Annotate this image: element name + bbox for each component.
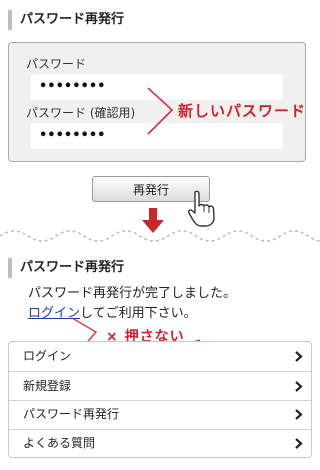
chevron-right-icon: [295, 351, 303, 362]
password-input[interactable]: ••••••••: [31, 74, 283, 100]
chevron-right-icon: [295, 409, 303, 420]
new-password-annotation: 新しいパスワード: [178, 102, 307, 120]
login-instruction: ログインしてご利用下さい。: [28, 302, 197, 321]
pointing-hand-icon: [188, 190, 215, 227]
menu-item-label: パスワード再発行: [23, 407, 120, 421]
completion-message: パスワード再発行が完了しました。: [28, 286, 237, 301]
chevron-right-icon: [295, 381, 303, 392]
chevron-right-icon: [295, 438, 303, 449]
menu-item-label: 新規登録: [23, 379, 72, 393]
password-confirm-label: パスワード (確認用): [26, 106, 136, 120]
menu-item-password-reset[interactable]: パスワード再発行: [9, 400, 311, 429]
menu-item-faq[interactable]: よくある質問: [9, 429, 311, 458]
page-title-reset-form: パスワード再発行: [8, 10, 124, 30]
login-instruction-text: してご利用下さい。: [80, 306, 197, 321]
nav-menu: ログイン 新規登録 パスワード再発行 よくある質問: [8, 341, 312, 458]
menu-item-label: よくある質問: [23, 436, 96, 450]
menu-item-label: ログイン: [23, 349, 72, 363]
menu-item-login[interactable]: ログイン: [9, 342, 311, 371]
password-label: パスワード: [26, 57, 87, 71]
wave-divider: [0, 230, 320, 242]
password-confirm-input[interactable]: ••••••••: [31, 123, 283, 149]
menu-item-register[interactable]: 新規登録: [9, 372, 311, 401]
login-link[interactable]: ログイン: [28, 306, 80, 321]
page-title-reset-complete: パスワード再発行: [8, 258, 124, 278]
